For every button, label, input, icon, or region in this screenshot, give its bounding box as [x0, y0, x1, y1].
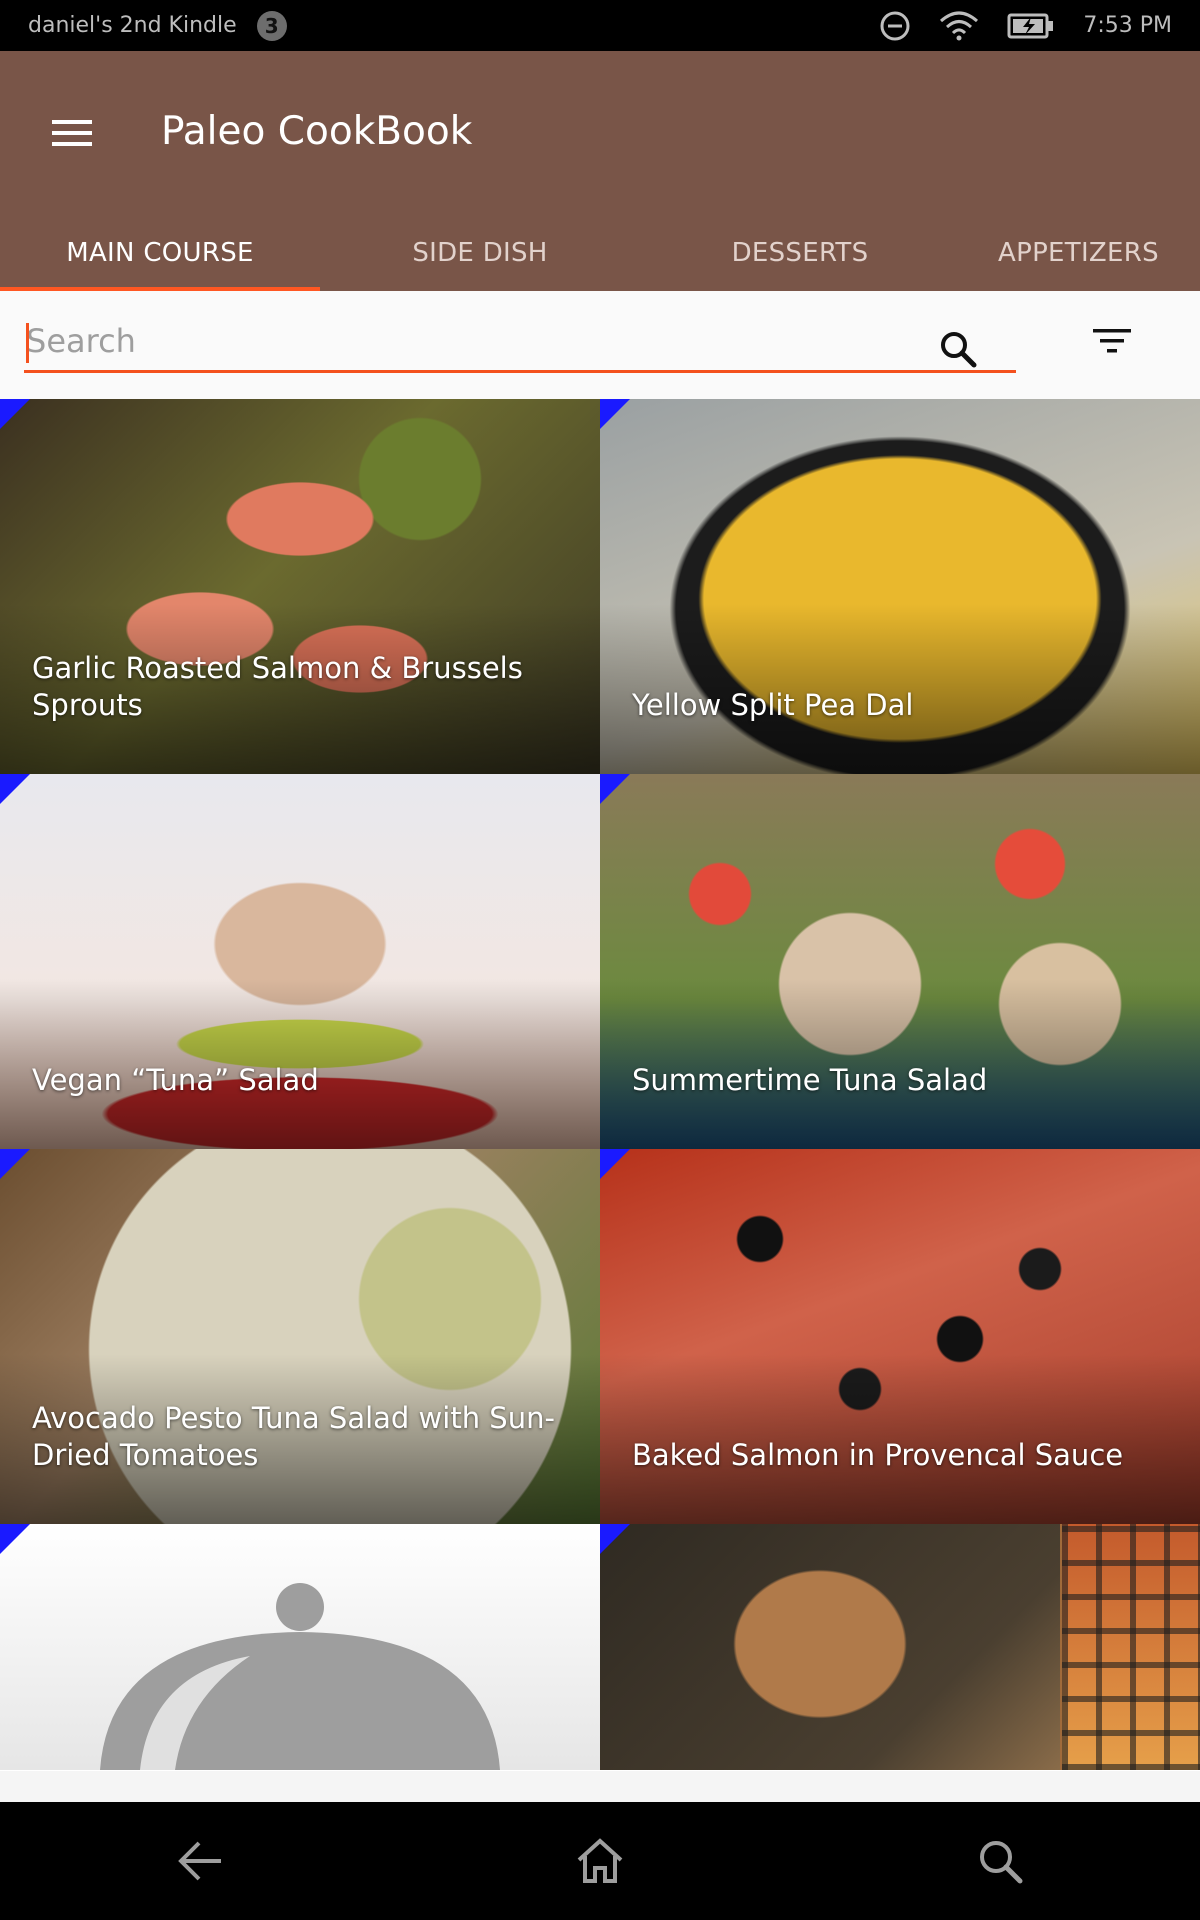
- search-button[interactable]: [960, 1821, 1040, 1901]
- recipe-title: Yellow Split Pea Dal: [632, 688, 914, 722]
- hamburger-menu-icon: [52, 120, 92, 146]
- recipe-title: Baked Salmon in Provencal Sauce: [632, 1438, 1124, 1472]
- menu-button[interactable]: [40, 101, 104, 165]
- app-title: Paleo CookBook: [161, 109, 473, 154]
- search-icon: [980, 1841, 1023, 1884]
- recipe-card[interactable]: [600, 1524, 1200, 1770]
- app-bar: Paleo CookBook MAIN COURSE SIDE DISH DES…: [0, 51, 1200, 291]
- search-input[interactable]: [24, 313, 906, 369]
- wifi-icon: [939, 11, 979, 41]
- search-bar: [0, 291, 1200, 399]
- filter-button[interactable]: [1084, 313, 1140, 369]
- recipe-title: Vegan “Tuna” Salad: [32, 1063, 319, 1097]
- search-icon[interactable]: [936, 327, 980, 371]
- do-not-disturb-icon: [879, 10, 911, 42]
- recipe-card[interactable]: Avocado Pesto Tuna Salad with Sun-Dried …: [0, 1149, 600, 1524]
- recipe-card[interactable]: Baked Salmon in Provencal Sauce: [600, 1149, 1200, 1524]
- card-corner-marker: [0, 1524, 30, 1554]
- card-corner-marker: [600, 399, 630, 429]
- card-corner-marker: [600, 1149, 630, 1179]
- system-nav-bar: [0, 1802, 1200, 1920]
- back-button[interactable]: [160, 1821, 240, 1901]
- recipe-grid: Garlic Roasted Salmon & Brussels Sprouts…: [0, 399, 1200, 1771]
- status-bar: daniel's 2nd Kindle 3 7:53 PM: [0, 0, 1200, 51]
- search-field: [24, 313, 1016, 373]
- device-name: daniel's 2nd Kindle: [28, 13, 237, 38]
- filter-icon: [1093, 329, 1131, 353]
- device-info: daniel's 2nd Kindle 3: [28, 10, 287, 41]
- home-button[interactable]: [560, 1821, 640, 1901]
- card-corner-marker: [600, 1524, 630, 1554]
- card-corner-marker: [600, 774, 630, 804]
- card-corner-marker: [0, 1149, 30, 1179]
- recipe-title: Summertime Tuna Salad: [632, 1063, 988, 1097]
- card-corner-marker: [0, 774, 30, 804]
- recipe-card[interactable]: Vegan “Tuna” Salad: [0, 774, 600, 1149]
- card-corner-marker: [0, 399, 30, 429]
- tab-desserts[interactable]: DESSERTS: [640, 215, 960, 291]
- battery-charging-icon: [1007, 11, 1055, 41]
- cloche-placeholder-icon: [100, 1583, 500, 1770]
- notification-count-badge: 3: [256, 10, 287, 41]
- text-cursor: [26, 323, 29, 363]
- plaid-napkin: [1062, 1524, 1200, 1770]
- tab-side-dish[interactable]: SIDE DISH: [320, 215, 640, 291]
- category-tabs: MAIN COURSE SIDE DISH DESSERTS APPETIZER…: [0, 215, 1200, 291]
- tab-appetizers[interactable]: APPETIZERS: [960, 215, 1200, 291]
- recipe-card[interactable]: Summertime Tuna Salad: [600, 774, 1200, 1149]
- recipe-card[interactable]: Yellow Split Pea Dal: [600, 399, 1200, 774]
- tab-main-course[interactable]: MAIN COURSE: [0, 215, 320, 291]
- status-icons: 7:53 PM: [879, 10, 1172, 42]
- recipe-card[interactable]: Garlic Roasted Salmon & Brussels Sprouts: [0, 399, 600, 774]
- back-icon: [178, 1841, 221, 1881]
- recipe-title: Garlic Roasted Salmon & Brussels Sprouts: [32, 651, 523, 722]
- home-icon: [577, 1838, 623, 1883]
- clock: 7:53 PM: [1083, 13, 1172, 38]
- recipe-title: Avocado Pesto Tuna Salad with Sun-Dried …: [32, 1401, 555, 1472]
- recipe-card[interactable]: [0, 1524, 600, 1770]
